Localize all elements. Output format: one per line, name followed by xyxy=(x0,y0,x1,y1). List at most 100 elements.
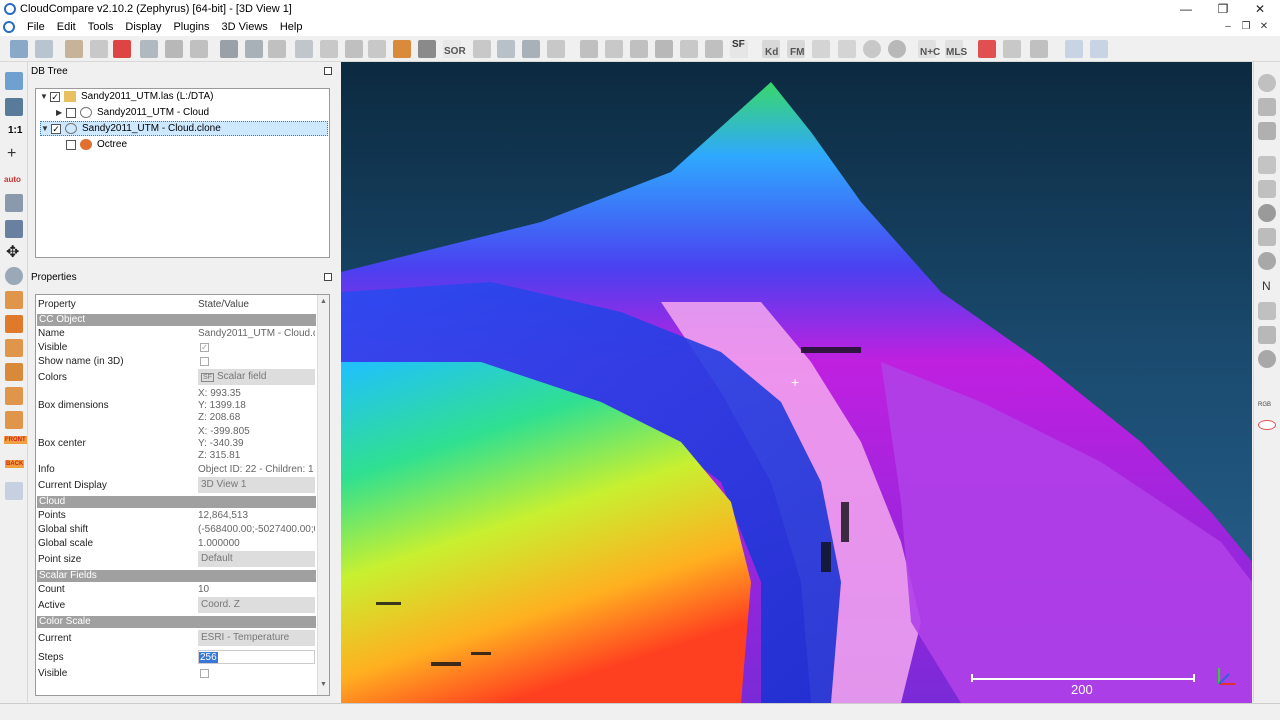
steps-spinbox[interactable]: 256 xyxy=(198,650,315,664)
stereo-icon[interactable] xyxy=(5,482,23,500)
plane-icon[interactable] xyxy=(522,40,540,58)
app-menu-icon[interactable] xyxy=(3,21,15,33)
translate-rotate-icon[interactable] xyxy=(65,40,83,58)
checker-icon[interactable] xyxy=(418,40,436,58)
left-view-icon[interactable] xyxy=(5,339,23,357)
ellipse-icon[interactable] xyxy=(1258,420,1276,430)
rgb-label[interactable]: RGB xyxy=(1258,402,1271,408)
center-icon[interactable]: + xyxy=(7,145,16,163)
cc-icon[interactable] xyxy=(368,40,386,58)
list-icon[interactable] xyxy=(90,40,108,58)
menu-edit[interactable]: Edit xyxy=(51,18,82,36)
bottom-view-icon[interactable] xyxy=(5,411,23,429)
visibility-checkbox[interactable]: ✓ xyxy=(51,123,61,134)
sf-gradient-icon[interactable] xyxy=(1258,326,1276,344)
dock-float-icon[interactable] xyxy=(324,67,332,75)
active-sf-select[interactable]: Coord. Z xyxy=(198,597,315,613)
plus-icon[interactable] xyxy=(680,40,698,58)
top-view-icon[interactable] xyxy=(5,291,23,309)
back-view-icon[interactable] xyxy=(5,363,23,381)
view-icon[interactable] xyxy=(5,72,23,90)
colors-select[interactable]: SF Scalar field xyxy=(198,369,315,385)
tree-item-cloud-clone[interactable]: ▼ ✓ Sandy2011_UTM - Cloud.clone xyxy=(40,121,328,136)
grid-icon[interactable] xyxy=(655,40,673,58)
sensor-icon[interactable] xyxy=(812,40,830,58)
plugin-icon[interactable] xyxy=(393,40,411,58)
scroll-down-icon[interactable]: ▼ xyxy=(320,681,327,688)
visible-checkbox[interactable]: ✓ xyxy=(200,343,209,352)
restore-icon[interactable]: ❐ xyxy=(1205,0,1241,18)
compass-icon[interactable] xyxy=(1258,204,1276,222)
mdi-restore-icon[interactable]: ❐ xyxy=(1238,18,1254,36)
segment-icon[interactable] xyxy=(245,40,263,58)
camera-icon[interactable] xyxy=(5,98,23,116)
scroll-up-icon[interactable]: ▲ xyxy=(320,298,327,305)
menu-tools[interactable]: Tools xyxy=(82,18,120,36)
collapse-arrow-icon[interactable]: ▼ xyxy=(41,124,51,133)
delete-sf-icon[interactable] xyxy=(705,40,723,58)
menu-help[interactable]: Help xyxy=(274,18,309,36)
front-view-icon[interactable] xyxy=(5,315,23,333)
image-icon[interactable] xyxy=(1258,98,1276,116)
back-iso-icon[interactable]: BACK xyxy=(5,460,25,468)
texture-icon[interactable] xyxy=(1258,122,1276,140)
perspective-icon[interactable] xyxy=(5,194,23,212)
zoom-icon[interactable] xyxy=(5,267,23,285)
expand-arrow-icon[interactable]: ▶ xyxy=(56,108,66,117)
clone-icon[interactable] xyxy=(140,40,158,58)
open-icon[interactable] xyxy=(10,40,28,58)
filter-icon[interactable] xyxy=(473,40,491,58)
visibility-checkbox[interactable] xyxy=(66,139,76,150)
sphere-icon[interactable] xyxy=(863,40,881,58)
tree-item-las-file[interactable]: ▼ ✓ Sandy2011_UTM.las (L:/DTA) xyxy=(40,89,213,104)
tree-item-cloud[interactable]: ▶ Sandy2011_UTM - Cloud xyxy=(56,105,209,120)
visibility-checkbox[interactable] xyxy=(66,107,76,118)
save-icon[interactable] xyxy=(35,40,53,58)
visibility-checkbox[interactable]: ✓ xyxy=(50,91,60,102)
measure-icon[interactable] xyxy=(547,40,565,58)
shield-icon[interactable] xyxy=(1258,228,1276,246)
scatter-icon[interactable] xyxy=(1003,40,1021,58)
globe-icon[interactable] xyxy=(888,40,906,58)
move-icon[interactable]: ✥ xyxy=(6,242,19,262)
merge-icon[interactable] xyxy=(165,40,183,58)
scale-visible-checkbox[interactable] xyxy=(200,669,209,678)
dock-float-icon[interactable] xyxy=(324,273,332,281)
align-icon[interactable] xyxy=(1030,40,1048,58)
subsample-icon[interactable] xyxy=(268,40,286,58)
menu-display[interactable]: Display xyxy=(119,18,167,36)
menu-3d-views[interactable]: 3D Views xyxy=(216,18,274,36)
auto-pick-icon[interactable]: auto xyxy=(4,175,21,184)
hsv-icon[interactable] xyxy=(1258,302,1276,320)
sf-arith-icon[interactable] xyxy=(630,40,648,58)
right-view-icon[interactable] xyxy=(5,387,23,405)
add-point-icon[interactable] xyxy=(113,40,131,58)
sphere-render-icon[interactable] xyxy=(1258,350,1276,368)
curve-icon[interactable] xyxy=(605,40,623,58)
properties-scrollbar[interactable]: ▲ ▼ xyxy=(317,295,329,695)
mesh-icon[interactable] xyxy=(295,40,313,58)
layer-icon[interactable] xyxy=(5,220,23,238)
sample-icon[interactable] xyxy=(220,40,238,58)
close-icon[interactable]: ✕ xyxy=(1242,0,1278,18)
point-size-select[interactable]: Default xyxy=(198,551,315,567)
canupo-icon[interactable] xyxy=(1065,40,1083,58)
show-name-checkbox[interactable] xyxy=(200,357,209,366)
menu-file[interactable]: File xyxy=(21,18,51,36)
film-icon[interactable] xyxy=(1258,156,1276,174)
front-iso-icon[interactable]: FRONT xyxy=(4,436,27,444)
color-ramp-icon[interactable] xyxy=(1258,252,1276,270)
scale-1-1-label[interactable]: 1:1 xyxy=(8,125,22,136)
mdi-close-icon[interactable]: ✕ xyxy=(1256,18,1272,36)
north-label[interactable]: N xyxy=(1262,279,1271,293)
menu-plugins[interactable]: Plugins xyxy=(167,18,215,36)
delete-icon[interactable] xyxy=(190,40,208,58)
camera-sensor-icon[interactable] xyxy=(838,40,856,58)
color-scale-select[interactable]: ESRI - Temperature xyxy=(198,630,315,646)
distance-icon[interactable] xyxy=(345,40,363,58)
tree-item-octree[interactable]: Octree xyxy=(66,137,127,152)
histogram-icon[interactable] xyxy=(580,40,598,58)
bucket-icon[interactable] xyxy=(1258,180,1276,198)
s-plugin-icon[interactable] xyxy=(978,40,996,58)
3d-view[interactable]: + 200 xyxy=(341,62,1252,703)
